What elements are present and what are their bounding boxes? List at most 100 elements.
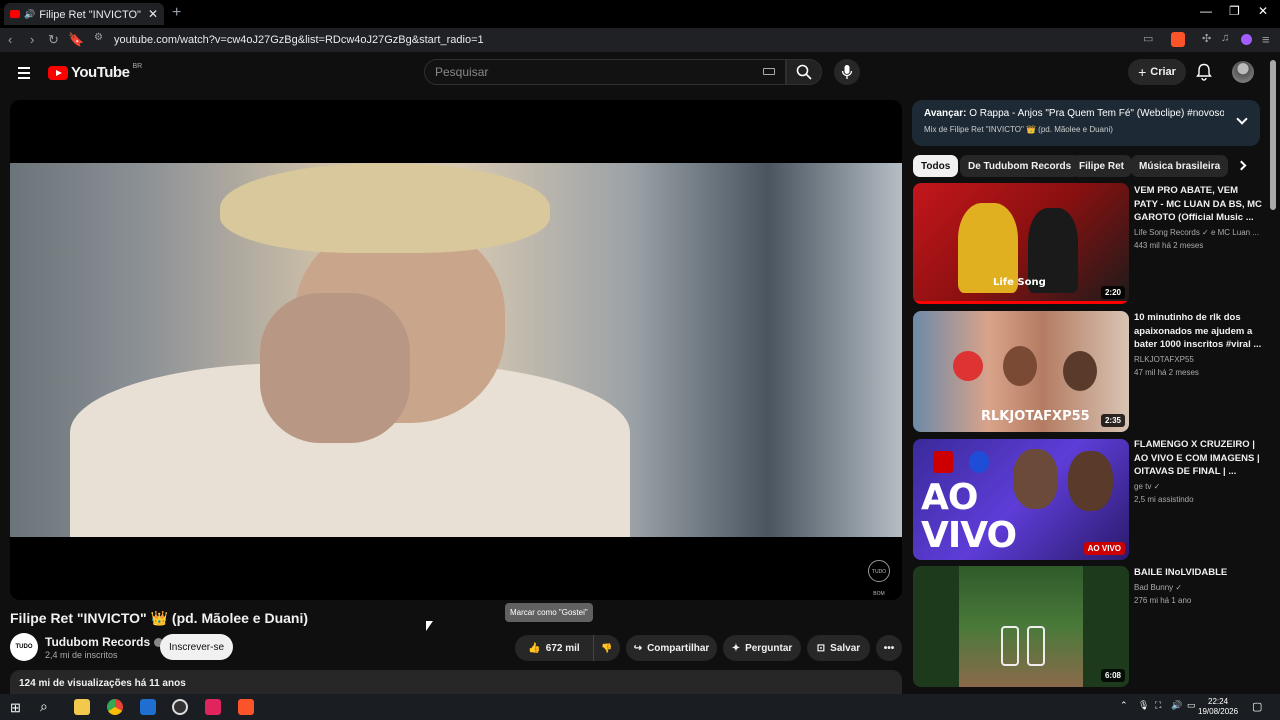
recommendation-meta: 276 mi há 1 ano	[1134, 595, 1192, 605]
mix-label: Mix de Filipe Ret "INVICTO" 👑 (pd. Mãole…	[924, 125, 1113, 134]
thumbnail[interactable]: RLKJOTAFXP55 2:35	[913, 311, 1129, 432]
thumbs-down-icon: 👎	[601, 642, 613, 653]
thumbnail[interactable]: Life Song 2:20	[913, 183, 1129, 304]
reload-icon[interactable]: ↻	[48, 32, 59, 48]
clock-date: 19/08/2026	[1198, 707, 1239, 716]
youtube-play-icon	[48, 65, 68, 80]
url-field[interactable]: youtube.com/watch?v=cw4oJ27GzBg&list=RDc…	[114, 34, 484, 46]
ask-label: Perguntar	[745, 642, 793, 654]
voice-search-button[interactable]	[834, 59, 860, 85]
menu-icon[interactable]: ≡	[1262, 32, 1270, 47]
tray-chevron-icon[interactable]: ⌃	[1120, 700, 1128, 711]
mouse-cursor	[426, 621, 433, 631]
clock[interactable]: 22:24 19/08/2026	[1198, 697, 1238, 717]
country-code: BR	[132, 63, 143, 70]
subscribe-button[interactable]: Inscrever-se	[160, 634, 233, 660]
recommendation-meta: 443 mil há 2 meses	[1134, 240, 1204, 250]
thumbs-up-icon: 👍	[528, 642, 541, 654]
video-player[interactable]: TUDO BOM	[10, 100, 902, 600]
more-actions-button[interactable]: •••	[876, 635, 902, 661]
thumbnail[interactable]: AO VIVO AO VIVO	[913, 439, 1129, 560]
chip-todos[interactable]: Todos	[913, 155, 959, 177]
brave-shield-icon[interactable]	[1171, 32, 1185, 47]
ask-button[interactable]: ✦ Perguntar	[723, 635, 801, 661]
minimize-button[interactable]: —	[1200, 4, 1212, 18]
save-button[interactable]: ⊡ Salvar	[807, 635, 870, 661]
chip-musica-brasileira[interactable]: Música brasileira	[1131, 155, 1229, 177]
channel-name-text: Tudubom Records	[45, 635, 151, 649]
clock-time: 22:24	[1208, 697, 1229, 706]
video-title: Filipe Ret "INVICTO" 👑 (pd. Mãolee e Dua…	[10, 610, 309, 626]
recommendation-channel: RLKJOTAFXP55	[1134, 354, 1194, 364]
extensions-icon[interactable]: ✣	[1202, 32, 1211, 45]
restore-button[interactable]: ❐	[1229, 4, 1240, 18]
new-tab-button[interactable]: +	[172, 4, 181, 22]
recommendation-info[interactable]: 10 minutinho de rlk dos apaixonados me a…	[1134, 311, 1262, 377]
recommendation-info[interactable]: BAILE INoLVIDABLE Bad Bunny ✓ 276 mi há …	[1134, 566, 1262, 605]
like-count: 672 mil	[545, 642, 580, 654]
channel-avatar[interactable]: TUDO BOM	[10, 633, 38, 678]
user-avatar[interactable]	[1232, 61, 1254, 83]
browser-tab[interactable]: 🔊 Filipe Ret "INVICTO" 👑 (pd. ✕	[4, 3, 164, 25]
taskbar: ⊞ ⌕ ⌃ 🎙 ⛶ 🔊 ▭ 22:24 19/08/2026 ▢	[0, 694, 1280, 720]
share-button[interactable]: ↪ Compartilhar	[626, 635, 717, 661]
cruzeiro-crest-icon	[969, 451, 989, 473]
chevron-right-icon[interactable]	[1236, 160, 1247, 171]
youtube-header: YouTube BR + Criar	[0, 52, 1280, 96]
youtube-logo[interactable]: YouTube BR	[48, 63, 143, 81]
thumbnail[interactable]: 6:08	[913, 566, 1129, 687]
battery-icon[interactable]: ▭	[1187, 700, 1196, 711]
save-label: Salvar	[830, 642, 861, 654]
chevron-down-icon[interactable]	[1236, 113, 1248, 125]
thumb-text: RLKJOTAFXP55	[981, 409, 1090, 424]
notifications-bell-icon[interactable]	[1196, 63, 1212, 81]
mic-tray-icon[interactable]: 🎙	[1138, 700, 1149, 711]
close-tab-icon[interactable]: ✕	[148, 7, 158, 21]
forward-icon[interactable]: ›	[30, 32, 34, 47]
obs-icon[interactable]	[172, 699, 188, 715]
tab-title: Filipe Ret "INVICTO" 👑 (pd.	[39, 8, 144, 21]
video-stats: 124 mi de visualizações há 11 anos	[19, 678, 186, 689]
subscriber-count: 2,4 mi de inscritos	[45, 650, 118, 660]
browser-tab-bar: 🔊 Filipe Ret "INVICTO" 👑 (pd. ✕ + — ❐ ✕	[0, 0, 1280, 28]
windows-start-icon[interactable]: ⊞	[10, 700, 21, 716]
recommendation-title: VEM PRO ABATE, VEM PATY - MC LUAN DA BS,…	[1134, 185, 1262, 223]
cast-icon[interactable]: ▭	[1143, 32, 1153, 45]
hamburger-menu-icon[interactable]	[18, 67, 30, 82]
network-icon[interactable]: ⛶	[1155, 700, 1161, 711]
page-scrollbar[interactable]	[1270, 60, 1276, 210]
media-icon[interactable]: ♫	[1221, 32, 1229, 44]
recommendation-meta: 47 mil há 2 meses	[1134, 367, 1199, 377]
channel-name[interactable]: Tudubom Records	[45, 635, 164, 649]
brave-icon[interactable]	[238, 699, 254, 715]
share-icon: ↪	[633, 642, 643, 654]
file-explorer-icon[interactable]	[74, 699, 90, 715]
search-taskbar-icon[interactable]: ⌕	[40, 698, 48, 715]
site-info-icon[interactable]: ⚙	[94, 32, 103, 43]
notification-center-icon[interactable]: ▢	[1252, 700, 1262, 713]
wallet-icon[interactable]	[1241, 34, 1252, 45]
tiktok-icon[interactable]	[205, 699, 221, 715]
search-button[interactable]	[786, 59, 822, 85]
create-button[interactable]: + Criar	[1128, 59, 1186, 85]
chrome-icon[interactable]	[107, 699, 123, 715]
recommendation-channel: Bad Bunny ✓	[1134, 582, 1183, 592]
channel-watermark[interactable]: TUDO BOM	[868, 560, 890, 597]
close-window-button[interactable]: ✕	[1258, 4, 1268, 18]
keyboard-icon[interactable]	[763, 68, 775, 75]
like-tooltip: Marcar como "Gostei"	[505, 603, 593, 622]
bookmark-icon[interactable]: 🔖	[68, 32, 84, 48]
back-icon[interactable]: ‹	[8, 32, 12, 47]
chip-filipe-ret[interactable]: Filipe Ret	[1071, 155, 1133, 177]
app-icon[interactable]	[140, 699, 156, 715]
dislike-button[interactable]: 👎	[593, 635, 620, 661]
up-next-panel[interactable]: Avançar: O Rappa - Anjos "Pra Quem Tem F…	[912, 100, 1260, 146]
watch-progress-bar	[913, 301, 1129, 304]
like-button[interactable]: 👍 672 mil	[515, 635, 593, 661]
recommendation-info[interactable]: VEM PRO ABATE, VEM PATY - MC LUAN DA BS,…	[1134, 184, 1262, 250]
search-input[interactable]	[425, 60, 725, 84]
search-icon	[796, 64, 812, 80]
recommendation-info[interactable]: FLAMENGO X CRUZEIRO | AO VIVO E COM IMAG…	[1134, 438, 1262, 504]
volume-icon[interactable]: 🔊	[1171, 700, 1182, 711]
chip-de-tudubom-records[interactable]: De Tudubom Records	[960, 155, 1080, 177]
